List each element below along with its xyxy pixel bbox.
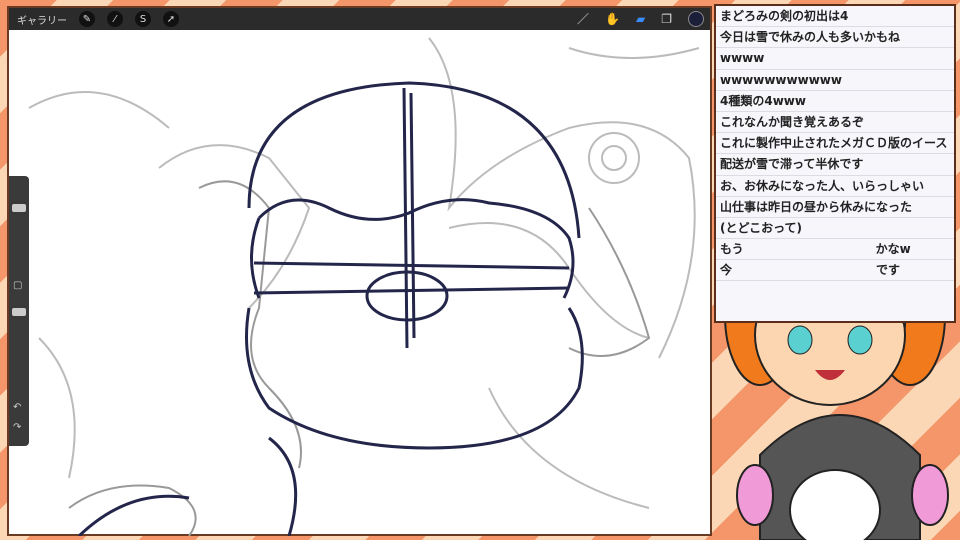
chat-message: 配送が雪で滞って半休です [716,154,954,176]
chat-message: まどろみの剣の初出は4 [716,6,954,28]
chat-message: 4種類の4www [716,91,954,112]
brush-size-slider[interactable] [12,204,26,212]
transform-icon[interactable]: ➚ [163,11,179,27]
wrench-icon[interactable]: ✎ [79,11,95,27]
color-picker-button[interactable] [688,10,704,27]
redo-button[interactable]: ↷ [13,422,21,433]
left-sidebar: ▢ ↶ ↷ [9,176,29,446]
magic-wand-icon[interactable]: ⁄ [107,11,123,27]
procreate-canvas-window: ギャラリー ✎ ⁄ S ➚ ／ ✋ ▰ ❐ ▢ ↶ ↷ [7,6,712,536]
chat-message: 今日は雪で休みの人も多いかもね [716,27,954,49]
chat-message: wwww [716,48,954,70]
selection-icon[interactable]: S [135,11,151,27]
chat-panel: まどろみの剣の初出は4 今日は雪で休みの人も多いかもね wwww wwwwwww… [714,4,956,323]
layers-icon[interactable]: ❐ [661,12,672,26]
top-toolbar: ギャラリー ✎ ⁄ S ➚ ／ ✋ ▰ ❐ [9,8,710,30]
chat-message: wwwwwwwwwww [716,70,954,91]
drawing-canvas[interactable] [9,30,710,536]
chat-message: お、お休みになった人、いらっしゃい [716,176,954,197]
chat-message: これに製作中止されたメガＣＤ版のイース [716,133,954,155]
chat-message: これなんか聞き覚えあるぞ [716,112,954,134]
gallery-button[interactable]: ギャラリー [17,12,67,27]
chat-message: もう かなw [716,239,954,261]
chat-message: 山仕事は昨日の昼から休みになった [716,197,954,218]
chat-message: 今 です [716,260,954,282]
modify-button[interactable]: ▢ [13,280,22,291]
chat-message: (とどこおって) [716,218,954,240]
undo-button[interactable]: ↶ [13,402,21,413]
eraser-icon[interactable]: ▰ [636,12,645,26]
brush-icon[interactable]: ／ [577,10,589,27]
smudge-icon[interactable]: ✋ [605,12,620,26]
opacity-slider[interactable] [12,308,26,316]
